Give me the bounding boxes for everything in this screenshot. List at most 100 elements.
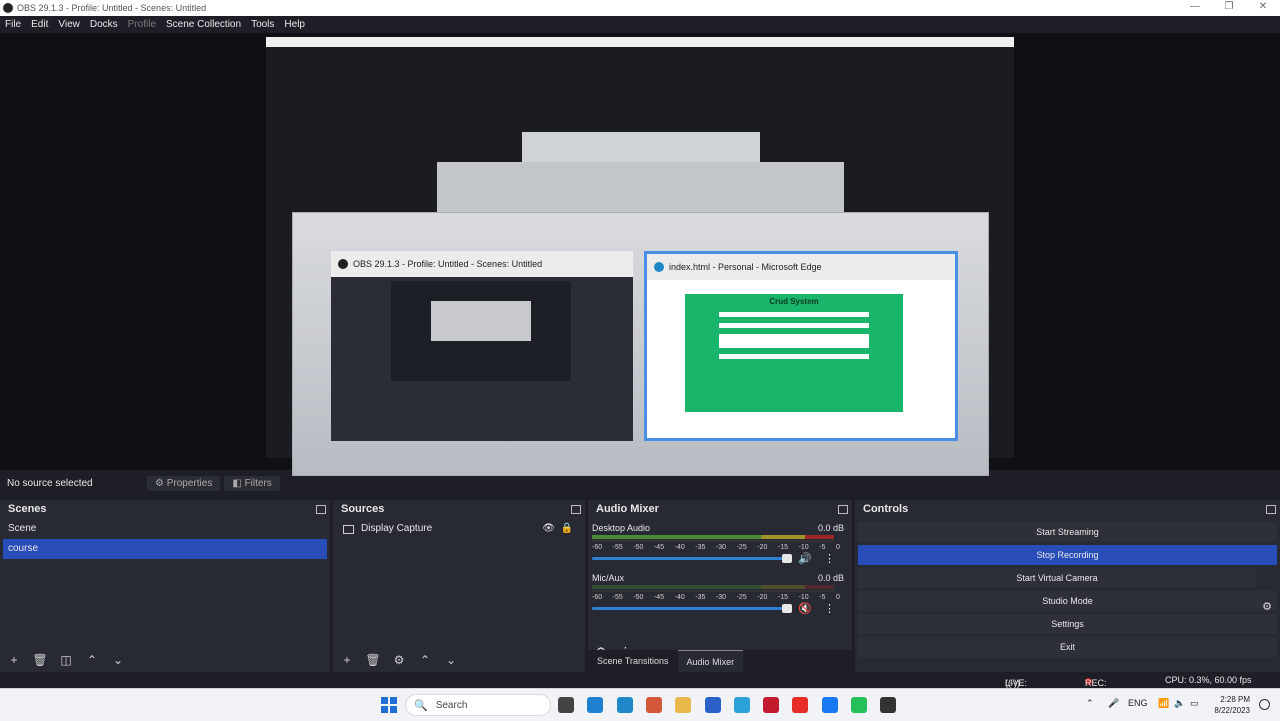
edge-icon: [654, 262, 664, 272]
file-explorer-icon[interactable]: [558, 697, 574, 713]
source-item[interactable]: Display Capture 👁 🔒: [333, 519, 585, 539]
l-app-icon[interactable]: [733, 697, 750, 713]
meter-scale: -60 -55 -50 -45 -40 -35 -30 -25 -20 -15 -10 -5 0: [592, 544, 840, 551]
crud-page-preview: Crud System: [685, 294, 903, 412]
scenes-dock: Scenes Scene course + 🗑 ◫ ⌃ ⌄: [0, 500, 330, 672]
chevron-down-icon[interactable]: ⌄: [443, 652, 459, 668]
mcafee-icon[interactable]: [763, 697, 780, 713]
clock-date: 8/22/2023: [1214, 706, 1250, 715]
volume-meter: [592, 585, 834, 589]
scene-item-selected[interactable]: course: [3, 539, 327, 559]
youtube-icon[interactable]: [792, 697, 809, 713]
menu-help[interactable]: Help: [279, 19, 310, 30]
tab-scene-transitions[interactable]: Scene Transitions: [588, 650, 678, 672]
more-options-icon[interactable]: ⋮: [824, 602, 835, 615]
window-titlebar: OBS 29.1.3 - Profile: Untitled - Scenes:…: [0, 0, 1280, 16]
eye-icon[interactable]: 👁: [542, 519, 555, 539]
studio-mode-button[interactable]: Studio Mode: [858, 591, 1277, 611]
volume-slider[interactable]: [592, 557, 792, 560]
mixer-channel-mic: Mic/Aux 0.0 dB -60 -55 -50 -45 -40 -35 -30 -25-…: [588, 569, 852, 619]
tab-audio-mixer[interactable]: Audio Mixer: [677, 649, 744, 673]
whatsapp-icon[interactable]: [851, 697, 867, 713]
nested-preview: [437, 162, 844, 212]
volume-icon[interactable]: 🔈: [1174, 698, 1185, 709]
switcher-window-title: index.html - Personal - Microsoft Edge: [669, 262, 822, 272]
menu-tools[interactable]: Tools: [246, 19, 279, 30]
source-toolbar: No source selected ⚙ Properties ◧ Filter…: [0, 474, 1280, 492]
gear-icon[interactable]: ⚙: [391, 652, 407, 668]
undock-icon[interactable]: [1266, 505, 1276, 514]
minimize-button[interactable]: —: [1178, 0, 1212, 16]
channel-name: Desktop Audio: [592, 523, 651, 533]
channel-name: Mic/Aux: [592, 573, 625, 583]
lock-icon[interactable]: 🔒: [561, 519, 573, 539]
vscode-icon[interactable]: [587, 697, 604, 713]
chevron-down-icon[interactable]: ⌄: [110, 652, 126, 668]
volume-slider-handle[interactable]: [782, 604, 792, 613]
sources-dock: Sources Display Capture 👁 🔒 + 🗑 ⚙ ⌃ ⌄: [333, 500, 585, 672]
channel-db: 0.0 dB: [817, 573, 844, 583]
stop-recording-button[interactable]: Stop Recording: [858, 545, 1277, 565]
undock-icon[interactable]: [316, 505, 326, 514]
start-virtual-camera-button[interactable]: Start Virtual Camera: [858, 568, 1256, 588]
maximize-button[interactable]: ❐: [1212, 0, 1246, 16]
controls-dock: Controls Start Streaming Stop Recording …: [855, 500, 1280, 672]
chevron-up-icon[interactable]: ⌃: [417, 652, 433, 668]
menu-view[interactable]: View: [53, 19, 85, 30]
microphone-icon[interactable]: 🎤: [1108, 698, 1119, 709]
undock-icon[interactable]: [571, 505, 581, 514]
chevron-up-icon[interactable]: ⌃: [84, 652, 100, 668]
switcher-window-obs[interactable]: OBS 29.1.3 - Profile: Untitled - Scenes:…: [331, 251, 633, 441]
mixer-channel-desktop: Desktop Audio 0.0 dB -60 -55 -50 -45 -40 -35-…: [588, 519, 852, 569]
audio-mixer-dock: Audio Mixer Desktop Audio 0.0 dB -60 -55-…: [588, 500, 852, 673]
add-icon[interactable]: +: [6, 652, 22, 668]
menu-scene-collection[interactable]: Scene Collection: [161, 19, 246, 30]
microsoft-365-icon[interactable]: [645, 697, 662, 713]
virtual-camera-gear-icon[interactable]: ⚙: [1262, 600, 1272, 613]
filter-icon[interactable]: ◫: [58, 652, 74, 668]
volume-slider[interactable]: [592, 607, 792, 610]
volume-slider-handle[interactable]: [782, 554, 792, 563]
volume-meter: [592, 535, 834, 539]
wifi-icon[interactable]: 📶: [1158, 698, 1169, 709]
battery-icon[interactable]: ▭: [1190, 698, 1199, 709]
dock-tabs: Scene Transitions Audio Mixer: [588, 649, 852, 673]
menu-file[interactable]: File: [0, 19, 26, 30]
undock-icon[interactable]: [838, 505, 848, 514]
close-button[interactable]: ✕: [1246, 0, 1280, 16]
obs-icon[interactable]: [880, 697, 897, 713]
more-options-icon[interactable]: ⋮: [824, 552, 835, 565]
cpu-status: CPU: 0.3%, 60.00 fps: [1165, 675, 1252, 685]
source-label: Display Capture: [361, 523, 433, 534]
start-streaming-button[interactable]: Start Streaming: [858, 522, 1277, 542]
preview-canvas[interactable]: OBS 29.1.3 - Profile: Untitled - Scenes:…: [0, 33, 1280, 476]
filters-button[interactable]: ◧ Filters: [224, 475, 280, 491]
speaker-muted-icon[interactable]: 🔇: [798, 602, 812, 615]
obs-icon: [338, 259, 348, 269]
store-icon[interactable]: [704, 697, 721, 713]
chevron-up-icon[interactable]: ⌃: [1086, 698, 1094, 709]
exit-button[interactable]: Exit: [858, 637, 1277, 657]
folder-icon[interactable]: [675, 697, 692, 713]
scenes-title: Scenes: [8, 503, 47, 515]
add-icon[interactable]: +: [339, 652, 355, 668]
settings-button[interactable]: Settings: [858, 614, 1277, 634]
taskbar-search[interactable]: 🔍 Search: [405, 694, 551, 716]
windows-start-icon[interactable]: [381, 697, 397, 713]
facebook-icon[interactable]: [821, 697, 838, 713]
properties-button[interactable]: ⚙ Properties: [147, 475, 221, 491]
trash-icon[interactable]: 🗑: [365, 652, 381, 668]
menu-profile[interactable]: Profile: [123, 19, 161, 30]
notification-icon[interactable]: [1259, 699, 1270, 710]
menu-edit[interactable]: Edit: [26, 19, 53, 30]
scene-item[interactable]: Scene: [0, 519, 330, 539]
trash-icon[interactable]: 🗑: [32, 652, 48, 668]
edge-icon[interactable]: [616, 697, 633, 713]
monitor-icon: [343, 524, 354, 534]
menu-docks[interactable]: Docks: [85, 19, 123, 30]
obs-status-bar: ((·)) LIVE: 00:00:00 REC: 00:00:00 CPU: …: [0, 672, 1280, 698]
switcher-window-edge[interactable]: index.html - Personal - Microsoft Edge C…: [644, 251, 958, 441]
taskbar-clock[interactable]: 2:28 PM 8/22/2023: [1214, 694, 1250, 716]
language-indicator[interactable]: ENG: [1128, 698, 1148, 708]
speaker-icon[interactable]: 🔊: [798, 552, 812, 565]
